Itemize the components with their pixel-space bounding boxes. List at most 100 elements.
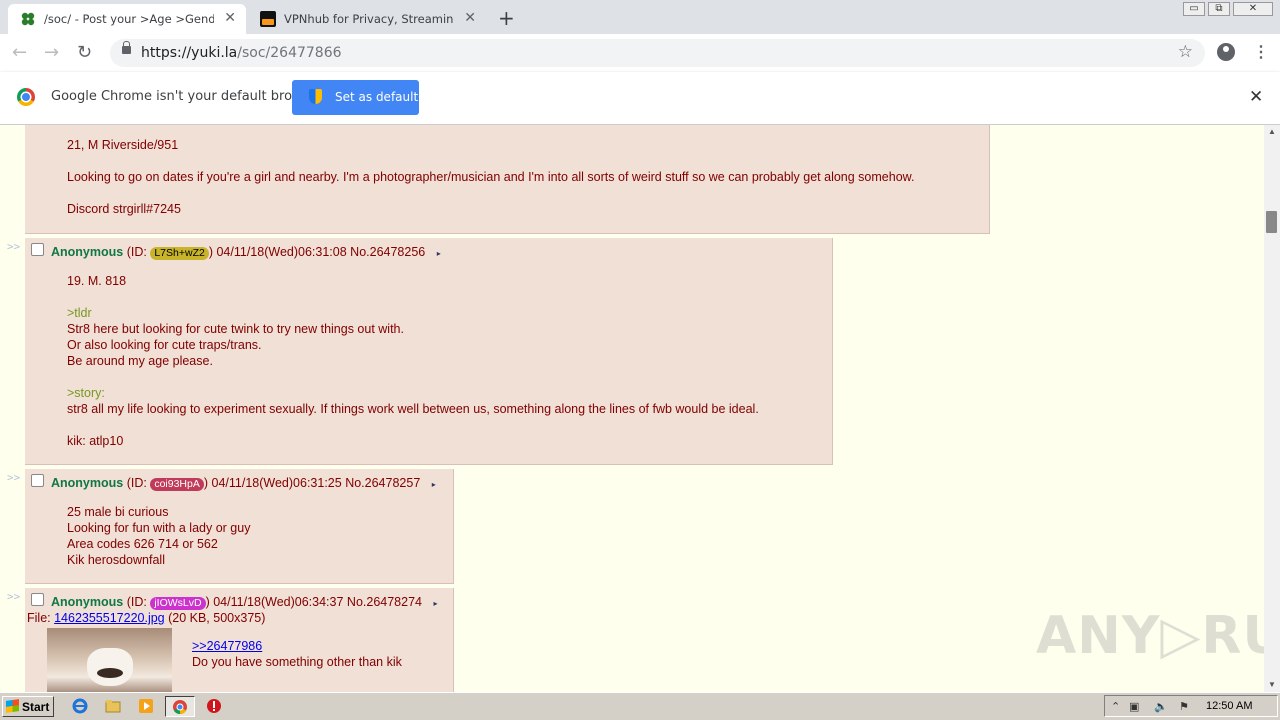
id-prefix: (ID:: [126, 245, 151, 259]
forward-icon[interactable]: →: [44, 42, 59, 63]
url-text: https://yuki.la/soc/26477866: [141, 45, 342, 61]
tab-vpnhub[interactable]: VPNhub for Privacy, Streaming and f ✕: [248, 4, 486, 34]
menu-icon[interactable]: ⋮: [1253, 42, 1269, 62]
id-suffix: ): [208, 245, 213, 259]
poster-name: Anonymous: [51, 595, 124, 609]
bookmark-star-icon[interactable]: ☆: [1178, 42, 1193, 62]
post-arrows: >>: [7, 240, 21, 253]
tab-strip: /soc/ - Post your >Age >Gender >A ✕ VPNh…: [0, 0, 1280, 34]
post-header: Anonymous (ID: coi93HpA) 04/11/18(Wed)06…: [51, 476, 436, 491]
post-thumbnail[interactable]: [47, 628, 172, 692]
post-line: Or also looking for cute traps/trans.: [67, 338, 262, 352]
post-line: Kik herosdownfall: [67, 553, 165, 567]
poster-id-badge[interactable]: jIOWsLvD: [150, 597, 206, 610]
clover-icon: [20, 11, 36, 27]
post-datetime: 04/11/18(Wed)06:34:37: [213, 595, 344, 609]
greentext-line: >tldr: [67, 306, 92, 320]
close-tab-icon[interactable]: ✕: [224, 10, 236, 26]
set-as-default-button[interactable]: Set as default: [292, 80, 419, 115]
poster-name: Anonymous: [51, 476, 124, 490]
reload-icon[interactable]: ↻: [77, 42, 92, 63]
stop-sign-icon[interactable]: [206, 698, 222, 714]
post-datetime: 04/11/18(Wed)06:31:08: [216, 245, 347, 259]
id-prefix: (ID:: [126, 476, 151, 490]
post-arrows: >>: [7, 590, 21, 603]
post-26478274: Anonymous (ID: jIOWsLvD) 04/11/18(Wed)06…: [25, 588, 454, 692]
close-tab-icon[interactable]: ✕: [464, 10, 476, 26]
post-partial: 21, M Riverside/951 Looking to go on date…: [25, 125, 990, 234]
internet-explorer-icon[interactable]: [72, 698, 88, 714]
post-body: >>26477986 Do you have something other th…: [192, 638, 402, 670]
tab-title: /soc/ - Post your >Age >Gender >A: [44, 12, 214, 26]
poster-name: Anonymous: [51, 245, 124, 259]
post-line: kik: atlp10: [67, 434, 124, 448]
close-window-button[interactable]: ✕: [1233, 2, 1273, 16]
post-menu-icon[interactable]: ▸: [437, 249, 441, 258]
infobar-close-icon[interactable]: ✕: [1249, 87, 1263, 107]
post-line: Looking to go on dates if you're a girl …: [67, 170, 915, 184]
volume-icon[interactable]: 🔈: [1154, 700, 1168, 713]
file-link[interactable]: 1462355517220.jpg: [54, 611, 165, 625]
file-label: File:: [27, 611, 55, 625]
start-button[interactable]: Start: [2, 696, 54, 717]
post-line: Str8 here but looking for cute twink to …: [67, 322, 404, 336]
post-26478256: Anonymous (ID: L7Sh+wZ2) 04/11/18(Wed)06…: [25, 238, 833, 465]
lock-icon: [122, 41, 131, 54]
post-menu-icon[interactable]: ▸: [433, 599, 437, 608]
tray-expand-icon[interactable]: ⌃: [1111, 700, 1120, 713]
post-line: 21, M Riverside/951: [67, 138, 179, 152]
taskbar-clock[interactable]: 12:50 AM: [1206, 700, 1252, 712]
post-checkbox[interactable]: [31, 243, 44, 256]
post-line: Looking for fun with a lady or guy: [67, 521, 251, 535]
post-number[interactable]: No.26478257: [345, 476, 420, 490]
post-number[interactable]: No.26478256: [350, 245, 425, 259]
network-icon[interactable]: ▣: [1129, 700, 1139, 713]
back-icon[interactable]: ←: [12, 42, 27, 63]
post-body: 21, M Riverside/951 Looking to go on date…: [67, 137, 914, 217]
quote-link[interactable]: >>26477986: [192, 638, 402, 654]
address-bar[interactable]: https://yuki.la/soc/26477866 ☆: [110, 39, 1205, 67]
set-as-default-label: Set as default: [335, 90, 419, 104]
post-body: 25 male bi curious Looking for fun with a…: [67, 504, 250, 568]
id-suffix: ): [203, 476, 209, 490]
post-arrows: >>: [7, 471, 21, 484]
post-line: 25 male bi curious: [67, 505, 169, 519]
post-header: Anonymous (ID: L7Sh+wZ2) 04/11/18(Wed)06…: [51, 245, 441, 260]
new-tab-button[interactable]: +: [498, 6, 515, 30]
post-line: 19. M. 818: [67, 274, 127, 288]
scroll-up-arrow-icon[interactable]: ▲: [1268, 127, 1276, 136]
tab-soc[interactable]: /soc/ - Post your >Age >Gender >A ✕: [8, 4, 246, 34]
media-player-icon[interactable]: [138, 698, 154, 714]
post-checkbox[interactable]: [31, 593, 44, 606]
restore-button[interactable]: ⧉: [1208, 2, 1230, 16]
default-browser-infobar: Google Chrome isn't your default browser…: [0, 72, 1280, 125]
browser-toolbar: ← → ↻ https://yuki.la/soc/26477866 ☆ ⋮: [0, 34, 1280, 73]
file-explorer-icon[interactable]: [105, 698, 121, 714]
action-center-flag-icon[interactable]: ⚑: [1179, 700, 1189, 713]
url-host: https://yuki.la: [141, 45, 238, 61]
poster-id-badge[interactable]: L7Sh+wZ2: [150, 247, 209, 260]
chrome-taskbar-button[interactable]: [165, 696, 195, 717]
windows-taskbar: Start ⌃ ▣ 🔈 ⚑ 12:50 AM: [0, 692, 1280, 720]
post-body: 19. M. 818 >tldr Str8 here but looking for…: [67, 273, 759, 449]
post-checkbox[interactable]: [31, 474, 44, 487]
poster-id-badge[interactable]: coi93HpA: [150, 478, 204, 491]
post-26478257: Anonymous (ID: coi93HpA) 04/11/18(Wed)06…: [25, 469, 454, 584]
post-menu-icon[interactable]: ▸: [432, 480, 436, 489]
scrollbar-thumb[interactable]: [1266, 211, 1277, 233]
greentext-line: >story:: [67, 386, 105, 400]
post-line: Be around my age please.: [67, 354, 213, 368]
minimize-button[interactable]: ▭: [1183, 2, 1205, 16]
scroll-down-arrow-icon[interactable]: ▼: [1268, 680, 1276, 689]
account-icon[interactable]: [1217, 43, 1235, 61]
file-meta: (20 KB, 500x375): [164, 611, 266, 625]
post-number[interactable]: No.26478274: [347, 595, 422, 609]
vpnhub-icon: [260, 11, 276, 27]
tab-title: VPNhub for Privacy, Streaming and f: [284, 12, 454, 26]
page-scrollbar[interactable]: ▲ ▼: [1264, 125, 1280, 692]
id-suffix: ): [205, 595, 210, 609]
